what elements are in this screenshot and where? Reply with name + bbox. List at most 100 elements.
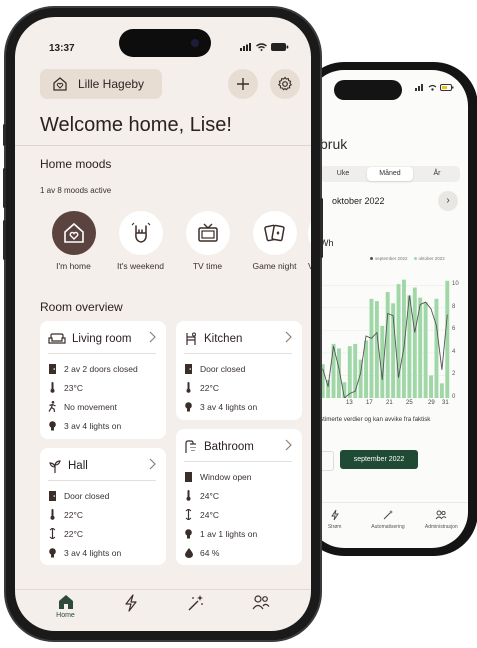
status-text: 3 av 4 lights on bbox=[64, 420, 122, 431]
mood-circle bbox=[252, 211, 297, 255]
tab-users[interactable] bbox=[241, 590, 281, 631]
room-status-row: 3 av 4 lights on bbox=[48, 416, 138, 435]
room-status-row: 22°C bbox=[48, 505, 121, 524]
status-text: 23°C bbox=[64, 382, 83, 393]
chart-legend: september 2022 oktober 2022 bbox=[370, 256, 445, 261]
y-tick-label: 10 bbox=[452, 281, 459, 288]
period-segmented-control[interactable]: Uke Måned År bbox=[320, 166, 460, 182]
page-title: bruk bbox=[320, 136, 348, 152]
status-text: 3 av 4 lights on bbox=[200, 401, 258, 412]
mood-im-home[interactable]: I'm home bbox=[40, 211, 107, 271]
room-name: Kitchen bbox=[204, 333, 243, 345]
segment-year[interactable]: År bbox=[414, 166, 460, 182]
bulb-icon bbox=[49, 547, 56, 557]
mood-circle bbox=[308, 211, 311, 255]
segment-month[interactable]: Måned bbox=[367, 167, 413, 181]
status-text: Door closed bbox=[64, 490, 110, 501]
compare-september-button[interactable]: september 2022 bbox=[340, 450, 418, 469]
tab-label: Home bbox=[56, 612, 75, 619]
rock-hand-icon bbox=[131, 222, 150, 243]
home-selector-button[interactable]: Lille Hageby bbox=[40, 69, 162, 99]
home-name: Lille Hageby bbox=[78, 77, 145, 91]
status-text: No movement bbox=[64, 401, 117, 412]
room-card-bathroom[interactable]: Bathroom Window open 24°C 24°C 1 av 1 li… bbox=[176, 429, 302, 565]
bulb-icon bbox=[185, 401, 192, 411]
segment-week[interactable]: Uke bbox=[320, 166, 366, 182]
chevron-right-icon bbox=[149, 458, 156, 470]
chart-bar bbox=[374, 301, 379, 398]
mood-label: V bbox=[308, 261, 311, 271]
room-card-hall[interactable]: Hall Door closed 22°C 22°C 3 av 4 lights… bbox=[40, 448, 166, 565]
humidity-icon bbox=[184, 547, 193, 558]
dynamic-island bbox=[334, 80, 402, 100]
status-text: 22°C bbox=[64, 509, 83, 520]
house-heart-icon bbox=[53, 77, 67, 91]
back-tab-bar: Strøm Automatisering Administrasjon bbox=[308, 502, 468, 548]
estimate-note: stimerte verdier og kan avvike fra fakti… bbox=[320, 416, 431, 423]
room-status-row: 1 av 1 lights on bbox=[184, 524, 257, 543]
chart-bar bbox=[434, 298, 439, 398]
room-status-row: Window open bbox=[184, 467, 257, 486]
thermostat-icon bbox=[49, 528, 56, 539]
status-text: 64 % bbox=[200, 547, 220, 558]
room-card-living-room[interactable]: Living room 2 av 2 doors closed 23°C No … bbox=[40, 321, 166, 439]
x-tick-label: 21 bbox=[386, 400, 393, 406]
status-text: 24°C bbox=[200, 490, 219, 501]
x-tick-label: 31 bbox=[442, 400, 449, 406]
mood-its-weekend[interactable]: It's weekend bbox=[107, 211, 174, 271]
plus-icon bbox=[237, 78, 249, 90]
mood-partial[interactable]: V bbox=[308, 211, 311, 271]
battery-icon bbox=[271, 43, 289, 51]
room-overview-heading: Room overview bbox=[40, 300, 123, 314]
users-icon bbox=[435, 510, 447, 520]
mood-tv-time[interactable]: TV time bbox=[174, 211, 241, 271]
camera-lens bbox=[191, 39, 199, 47]
header-divider bbox=[15, 145, 311, 146]
legend-item-september: september 2022 bbox=[370, 256, 408, 261]
tab-strom[interactable]: Strøm bbox=[315, 503, 355, 548]
card-divider bbox=[184, 461, 292, 462]
bulb-icon bbox=[49, 420, 56, 430]
chevron-right-icon bbox=[285, 331, 292, 343]
dynamic-island bbox=[119, 29, 211, 57]
magic-wand-icon bbox=[188, 595, 203, 611]
action-button bbox=[3, 124, 6, 146]
chart-bar bbox=[364, 340, 368, 398]
room-status-row: 3 av 4 lights on bbox=[184, 397, 257, 416]
chevron-right-icon bbox=[149, 331, 156, 343]
x-tick-label: 25 bbox=[406, 400, 413, 406]
users-icon bbox=[252, 595, 269, 610]
add-button[interactable] bbox=[228, 69, 258, 99]
mood-game-night[interactable]: Game night bbox=[241, 211, 308, 271]
chart-line-september bbox=[322, 295, 448, 398]
status-text: Door closed bbox=[200, 363, 246, 374]
next-month-button[interactable]: › bbox=[438, 191, 458, 211]
tab-automatisering[interactable]: Automatisering bbox=[368, 503, 408, 548]
volume-down-button bbox=[3, 220, 6, 260]
settings-button[interactable] bbox=[270, 69, 300, 99]
tab-automation[interactable] bbox=[176, 590, 216, 631]
room-card-kitchen[interactable]: Kitchen Door closed 22°C 3 av 4 lights o… bbox=[176, 321, 302, 420]
tab-administrasjon[interactable]: Administrasjon bbox=[421, 503, 461, 548]
back-phone-screen: bruk Uke Måned År oktober 2022 › Wh sept… bbox=[308, 70, 468, 548]
chart-bar bbox=[337, 348, 341, 398]
room-card-header: Kitchen bbox=[184, 329, 292, 349]
volume-up-button bbox=[3, 168, 6, 208]
mood-label: It's weekend bbox=[117, 261, 164, 271]
room-name: Living room bbox=[72, 333, 132, 345]
y-tick-label: 2 bbox=[452, 371, 456, 378]
y-tick-label: 6 bbox=[452, 326, 456, 333]
status-text: 22°C bbox=[64, 528, 83, 539]
energy-chart bbox=[320, 279, 450, 398]
room-status-row: 23°C bbox=[48, 378, 138, 397]
chart-bar bbox=[423, 302, 428, 398]
room-status-row: 22°C bbox=[48, 524, 121, 543]
tv-icon bbox=[197, 223, 218, 242]
legend-item-october: oktober 2022 bbox=[413, 256, 445, 261]
thermometer-icon bbox=[50, 509, 55, 520]
chart-bar bbox=[429, 375, 433, 398]
chart-bar bbox=[445, 280, 450, 398]
tab-home[interactable]: Home bbox=[46, 590, 86, 631]
legend-dot bbox=[413, 257, 417, 261]
tab-energy[interactable] bbox=[111, 590, 151, 631]
